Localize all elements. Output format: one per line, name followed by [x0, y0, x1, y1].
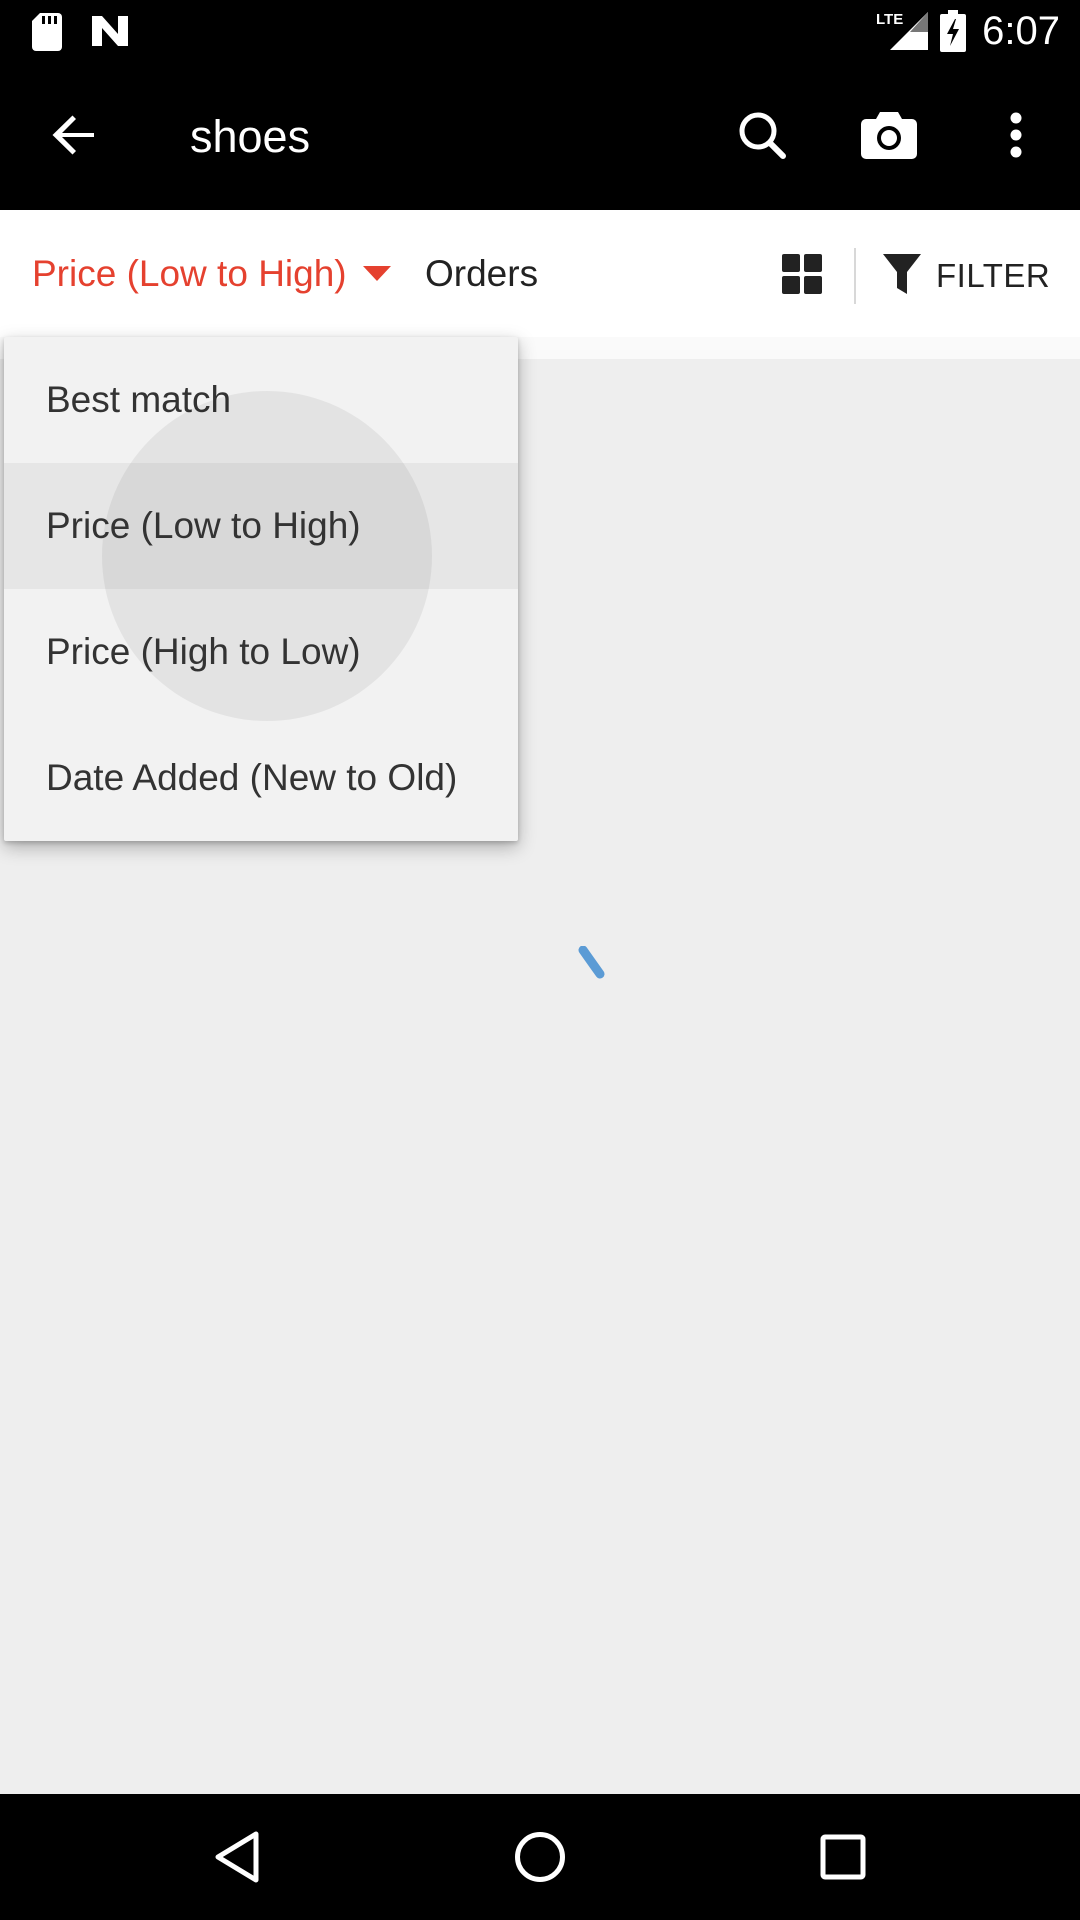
svg-text:LTE: LTE: [876, 11, 903, 28]
app-toolbar: shoes: [0, 63, 1080, 210]
sort-bar: Price (Low to High) Orders FILTER: [0, 210, 1080, 337]
battery-charging-icon: [940, 10, 966, 57]
sort-options-menu: Best match Price (Low to High) Price (Hi…: [4, 337, 518, 841]
search-query-title[interactable]: shoes: [190, 111, 310, 163]
sort-option-price-low-high[interactable]: Price (Low to High): [4, 391, 518, 721]
sd-card-icon: [32, 13, 62, 56]
status-time: 6:07: [982, 9, 1060, 53]
back-arrow-icon: [50, 111, 98, 164]
search-button[interactable]: [726, 101, 798, 173]
sort-option-label: Price (High to Low): [46, 631, 361, 672]
nav-back-button[interactable]: [202, 1824, 272, 1894]
filter-funnel-icon: [882, 252, 922, 301]
more-vert-icon: [1009, 112, 1023, 163]
sort-option-label: Price (Low to High): [46, 505, 361, 546]
overflow-menu-button[interactable]: [980, 101, 1052, 173]
sort-by-orders-tab[interactable]: Orders: [425, 252, 538, 296]
back-triangle-icon: [214, 1831, 260, 1888]
lte-signal-icon: LTE: [876, 10, 928, 57]
sort-option-label: Date Added (New to Old): [46, 757, 458, 798]
camera-search-button[interactable]: [853, 101, 925, 173]
nav-home-button[interactable]: [505, 1824, 575, 1894]
n-logo-icon: [90, 14, 130, 53]
home-circle-icon: [514, 1831, 566, 1888]
system-nav-bar: [0, 1794, 1080, 1920]
caret-down-icon[interactable]: [363, 266, 391, 287]
recents-square-icon: [820, 1834, 866, 1885]
grid-view-icon[interactable]: [780, 252, 824, 296]
filter-label: FILTER: [936, 257, 1051, 294]
sort-dropdown-toggle[interactable]: Price (Low to High): [32, 252, 347, 296]
nav-recents-button[interactable]: [808, 1824, 878, 1894]
search-icon: [737, 110, 787, 165]
sort-option-date-added[interactable]: Date Added (New to Old): [4, 715, 518, 841]
camera-icon: [860, 110, 918, 165]
back-button[interactable]: [38, 101, 110, 173]
sort-option-price-high-low[interactable]: Price (High to Low): [4, 589, 518, 715]
status-bar: LTE 6:07: [0, 0, 1080, 63]
filter-button[interactable]: FILTER: [882, 248, 1050, 304]
toolbar-divider: [854, 248, 856, 304]
loading-spinner-icon: [578, 945, 608, 985]
